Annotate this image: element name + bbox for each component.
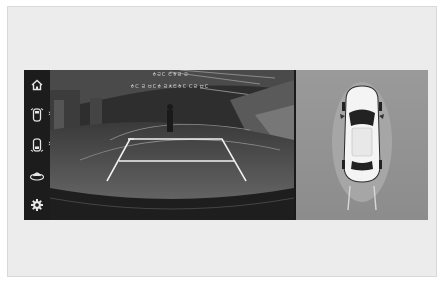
rear-view-button[interactable]: › <box>27 135 52 155</box>
front-view-button[interactable]: › <box>27 105 52 125</box>
vehicle-top-icon <box>340 85 384 183</box>
car-rear-view-icon <box>30 138 44 152</box>
settings-button[interactable] <box>27 195 47 215</box>
gear-icon <box>31 199 43 211</box>
home-icon <box>31 79 43 91</box>
infotainment-screen: › › ㅎㄹㄷ ㅌㅎㄹ ㄹ ㅎㄷ ㄹ ㅂㄷㅎ ㄹㅊㅌㅎㄷ ㄷㄹ ㅂㄷ <box>24 70 428 220</box>
vehicle-top-view-image <box>332 82 392 211</box>
sidebar: › › <box>24 70 52 220</box>
car-front-view-icon <box>30 108 44 122</box>
home-button[interactable] <box>27 75 47 95</box>
camera-overlay-text: ㅎㄹㄷ ㅌㅎㄹ ㄹ <box>152 72 189 78</box>
rear-camera-image <box>50 70 294 220</box>
surround-view-icon <box>29 172 45 181</box>
rear-camera-view: ㅎㄹㄷ ㅌㅎㄹ ㄹ ㅎㄷ ㄹ ㅂㄷㅎ ㄹㅊㅌㅎㄷ ㄷㄹ ㅂㄷ <box>50 70 294 220</box>
camera-overlay-text: ㅎㄷ ㄹ ㅂㄷㅎ ㄹㅊㅌㅎㄷ ㄷㄹ ㅂㄷ <box>130 84 209 90</box>
top-view <box>296 70 428 220</box>
surround-view-button[interactable] <box>27 165 47 185</box>
